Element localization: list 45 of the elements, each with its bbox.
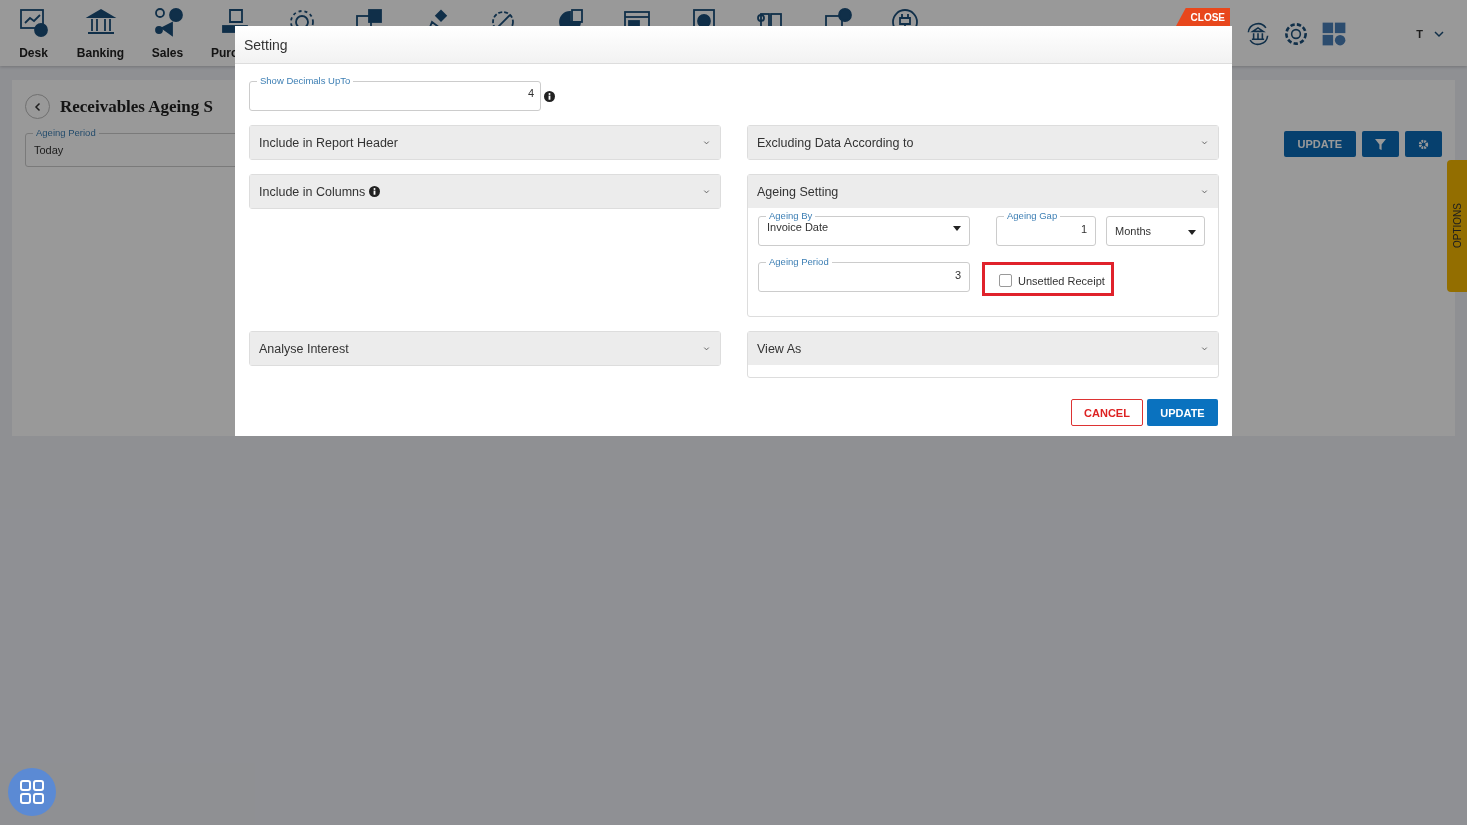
accordion-title: Excluding Data According to: [757, 135, 914, 150]
checkbox[interactable]: [999, 274, 1012, 287]
accordion-title: View As: [757, 341, 802, 356]
back-button[interactable]: [25, 94, 50, 119]
filter-button[interactable]: [1362, 131, 1399, 157]
grid-icon: [19, 779, 45, 805]
nav-label[interactable]: Sales: [151, 46, 184, 60]
chevron-down-icon: [702, 344, 711, 353]
info-icon: [544, 90, 555, 102]
accordion-header[interactable]: Include in Report Header: [250, 126, 720, 159]
close-tab[interactable]: CLOSE: [1176, 8, 1230, 26]
user-initial[interactable]: T: [1416, 28, 1423, 40]
settings-icon: [1418, 138, 1429, 150]
accordion-title: Ageing Setting: [757, 184, 839, 199]
update-button[interactable]: UPDATE: [1147, 399, 1218, 426]
chart-icon: [17, 6, 50, 38]
accordion-title: Include in Report Header: [259, 135, 398, 150]
options-tab[interactable]: OPTIONS: [1447, 160, 1467, 292]
cancel-button[interactable]: CANCEL: [1071, 399, 1143, 426]
report-title: Receivables Ageing S: [60, 96, 213, 117]
accordion-header[interactable]: Include in Columns: [250, 175, 720, 208]
accordion-header[interactable]: View As: [748, 332, 1218, 365]
accordion-title: Analyse Interest: [259, 341, 349, 356]
nav-label[interactable]: Banking: [76, 46, 125, 60]
chevron-left-icon: [32, 101, 43, 112]
apps-button[interactable]: [8, 768, 56, 816]
accordion-header[interactable]: Excluding Data According to: [748, 126, 1218, 159]
caret-down-icon: [953, 226, 961, 231]
accordion-title: Include in Columns: [259, 184, 366, 199]
nav-label[interactable]: Desk: [19, 46, 48, 60]
chevron-down-icon: [1200, 187, 1209, 196]
accordion-header[interactable]: Analyse Interest: [250, 332, 720, 365]
dropdown-field[interactable]: Months: [1106, 216, 1205, 246]
accordion-header[interactable]: Ageing Setting: [748, 175, 1218, 208]
chevron-down-icon: [1200, 344, 1209, 353]
checkbox-label: Unsettled Receipt: [1018, 274, 1105, 287]
filter-icon: [1375, 138, 1386, 150]
update-button[interactable]: UPDATE: [1283, 131, 1356, 157]
chevron-down-icon: [702, 138, 711, 147]
dialog-title: Setting: [244, 36, 288, 53]
caret-down-icon: [1188, 230, 1196, 235]
chevron-down-icon[interactable]: [1433, 28, 1445, 40]
chevron-down-icon: [702, 187, 711, 196]
settings-button[interactable]: [1405, 131, 1442, 157]
chevron-down-icon: [1200, 138, 1209, 147]
